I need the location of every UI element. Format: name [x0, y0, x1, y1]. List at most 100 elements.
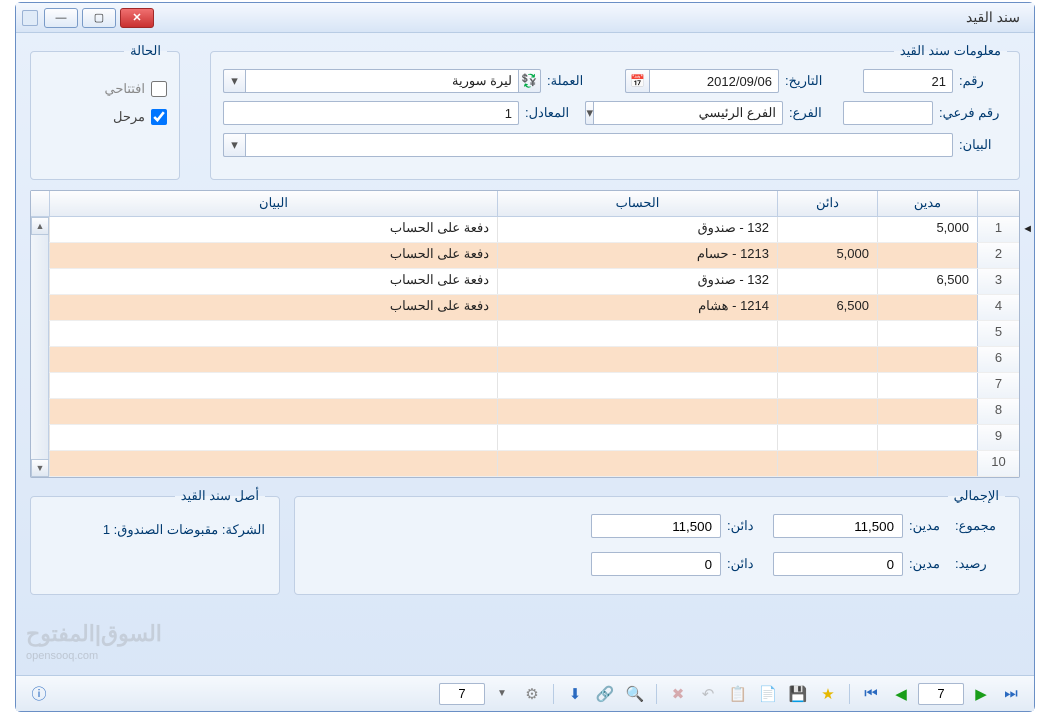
- account-cell[interactable]: [497, 451, 777, 476]
- credit-cell[interactable]: [777, 347, 877, 372]
- table-row[interactable]: 36,500132 - صندوقدفعة على الحساب: [49, 269, 1019, 295]
- desc-cell[interactable]: [49, 399, 497, 424]
- status-group: الحالة افتتاحي مرحل: [30, 43, 180, 180]
- entries-grid: مدين دائن الحساب البيان 1◄5,000132 - صند…: [30, 190, 1020, 478]
- branch-field[interactable]: [593, 101, 783, 125]
- save-button[interactable]: 💾: [785, 681, 811, 707]
- table-row[interactable]: 10: [49, 451, 1019, 477]
- statement-field[interactable]: [245, 133, 953, 157]
- undo-button[interactable]: ↶: [695, 681, 721, 707]
- debit-cell[interactable]: [877, 347, 977, 372]
- table-row[interactable]: 1◄5,000132 - صندوقدفعة على الحساب: [49, 217, 1019, 243]
- table-row[interactable]: 46,5001214 - هشامدفعة على الحساب: [49, 295, 1019, 321]
- table-row[interactable]: 5: [49, 321, 1019, 347]
- search-icon: 🔍: [626, 685, 645, 703]
- desc-cell[interactable]: [49, 451, 497, 476]
- debit-cell[interactable]: [877, 295, 977, 320]
- account-cell[interactable]: [497, 347, 777, 372]
- page-field-left[interactable]: [439, 683, 485, 705]
- desc-cell[interactable]: دفعة على الحساب: [49, 295, 497, 320]
- desc-cell[interactable]: [49, 347, 497, 372]
- info-button[interactable]: ⓘ: [26, 681, 52, 707]
- credit-cell[interactable]: [777, 399, 877, 424]
- paste-button[interactable]: 📋: [725, 681, 751, 707]
- maximize-button[interactable]: ▢: [82, 8, 116, 28]
- account-cell[interactable]: [497, 425, 777, 450]
- debit-cell[interactable]: 5,000: [877, 217, 977, 242]
- opening-checkbox[interactable]: [151, 81, 167, 97]
- desc-cell[interactable]: دفعة على الحساب: [49, 243, 497, 268]
- col-header-credit[interactable]: دائن: [777, 191, 877, 216]
- link-button[interactable]: 🔗: [592, 681, 618, 707]
- credit-cell[interactable]: [777, 451, 877, 476]
- debit-cell[interactable]: [877, 373, 977, 398]
- account-cell[interactable]: [497, 321, 777, 346]
- col-header-rownum[interactable]: [977, 191, 1019, 216]
- subnumber-field[interactable]: [843, 101, 933, 125]
- table-row[interactable]: 8: [49, 399, 1019, 425]
- credit-cell[interactable]: 6,500: [777, 295, 877, 320]
- debit-cell[interactable]: [877, 425, 977, 450]
- scroll-up-button[interactable]: ▲: [31, 217, 49, 235]
- currency-dropdown-button[interactable]: ▾: [223, 69, 245, 93]
- date-picker-button[interactable]: 📅: [625, 69, 649, 93]
- credit-cell[interactable]: 5,000: [777, 243, 877, 268]
- credit-cell[interactable]: [777, 373, 877, 398]
- account-cell[interactable]: 1213 - حسام: [497, 243, 777, 268]
- nav-prev-button[interactable]: ◀: [888, 681, 914, 707]
- close-button[interactable]: ✕: [120, 8, 154, 28]
- settings-button[interactable]: ⚙: [519, 681, 545, 707]
- credit-cell[interactable]: [777, 321, 877, 346]
- account-cell[interactable]: [497, 373, 777, 398]
- nav-first-button[interactable]: ⏮: [858, 681, 884, 707]
- dropdown-button[interactable]: ▼: [489, 681, 515, 707]
- debit-cell[interactable]: [877, 399, 977, 424]
- table-row[interactable]: 25,0001213 - حسامدفعة على الحساب: [49, 243, 1019, 269]
- bal-label: رصيد:: [955, 556, 1005, 572]
- copy-button[interactable]: 📄: [755, 681, 781, 707]
- delete-button[interactable]: ✖: [665, 681, 691, 707]
- col-header-desc[interactable]: البيان: [49, 191, 497, 216]
- bal-credit-label: دائن:: [727, 556, 767, 572]
- rate-field[interactable]: [223, 101, 519, 125]
- credit-cell[interactable]: [777, 269, 877, 294]
- account-cell[interactable]: [497, 399, 777, 424]
- desc-cell[interactable]: [49, 321, 497, 346]
- table-row[interactable]: 7: [49, 373, 1019, 399]
- currency-field[interactable]: [245, 69, 519, 93]
- account-cell[interactable]: 132 - صندوق: [497, 217, 777, 242]
- desc-cell[interactable]: دفعة على الحساب: [49, 217, 497, 242]
- debit-cell[interactable]: [877, 243, 977, 268]
- col-header-debit[interactable]: مدين: [877, 191, 977, 216]
- nav-next-button[interactable]: ▶: [968, 681, 994, 707]
- desc-cell[interactable]: [49, 373, 497, 398]
- desc-cell[interactable]: دفعة على الحساب: [49, 269, 497, 294]
- number-field[interactable]: [863, 69, 953, 93]
- minimize-button[interactable]: —: [44, 8, 78, 28]
- account-cell[interactable]: 1214 - هشام: [497, 295, 777, 320]
- col-header-account[interactable]: الحساب: [497, 191, 777, 216]
- debit-cell[interactable]: 6,500: [877, 269, 977, 294]
- grid-scrollbar[interactable]: ▲ ▼: [31, 217, 49, 477]
- nav-last-button[interactable]: ⏭: [998, 681, 1024, 707]
- search-button[interactable]: 🔍: [622, 681, 648, 707]
- table-row[interactable]: 6: [49, 347, 1019, 373]
- debit-cell[interactable]: [877, 321, 977, 346]
- record-number-field[interactable]: [918, 683, 964, 705]
- statement-dropdown-button[interactable]: ▾: [223, 133, 245, 157]
- grid-header: مدين دائن الحساب البيان: [31, 191, 1019, 217]
- credit-cell[interactable]: [777, 217, 877, 242]
- scroll-down-button[interactable]: ▼: [31, 459, 49, 477]
- posted-checkbox[interactable]: [151, 109, 167, 125]
- currency-icon: 💱: [519, 69, 541, 93]
- debit-cell[interactable]: [877, 451, 977, 476]
- desc-cell[interactable]: [49, 425, 497, 450]
- sum-credit-label: دائن:: [727, 518, 767, 534]
- star-icon: ★: [821, 685, 834, 703]
- account-cell[interactable]: 132 - صندوق: [497, 269, 777, 294]
- date-field[interactable]: [649, 69, 779, 93]
- credit-cell[interactable]: [777, 425, 877, 450]
- table-row[interactable]: 9: [49, 425, 1019, 451]
- new-button[interactable]: ★: [815, 681, 841, 707]
- sort-button[interactable]: ⬇: [562, 681, 588, 707]
